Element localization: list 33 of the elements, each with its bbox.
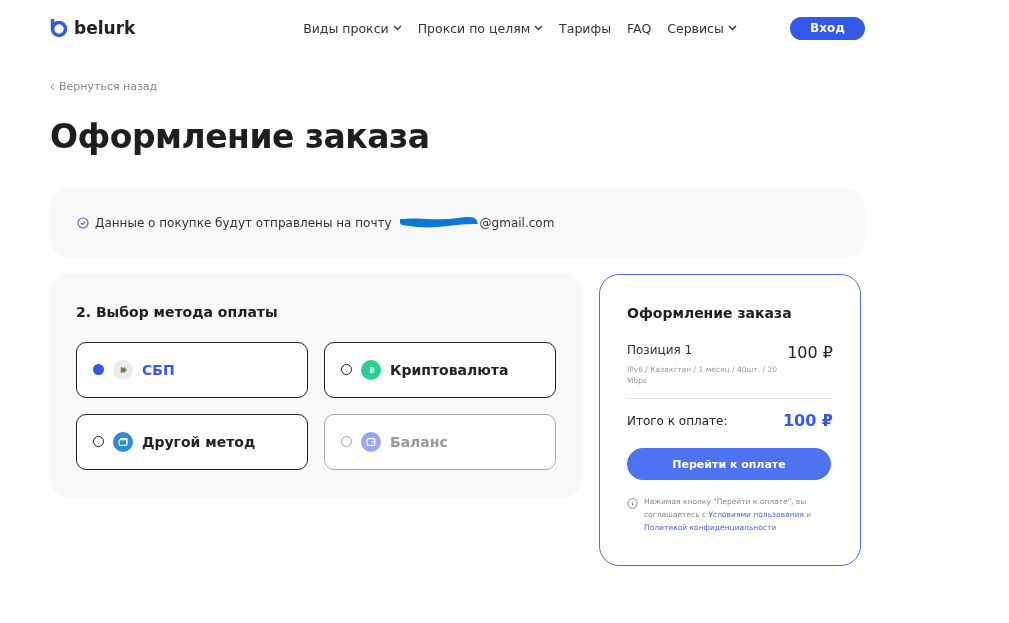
logo-text: belurk (74, 18, 136, 38)
payment-option[interactable]: Криптовалюта (324, 341, 556, 398)
chevron-down-icon (392, 25, 402, 31)
nav-link[interactable]: FAQ (627, 20, 652, 36)
check-circle-icon (77, 216, 89, 229)
position-name: Позиция 1 (627, 342, 694, 357)
payment-option[interactable]: СБП (76, 341, 308, 398)
total-price: 100 ₽ (782, 411, 833, 430)
notice-text: Данные о покупке будут отправлены на почту (95, 215, 392, 230)
option-label: Баланс (390, 433, 448, 450)
pay-button[interactable]: Перейти к оплате (627, 448, 831, 480)
nav-link[interactable]: Виды прокси (303, 20, 402, 36)
nav-link[interactable]: Тарифы (559, 20, 611, 36)
option-label: СБП (142, 361, 175, 378)
email-text: @gmail.com (479, 215, 555, 230)
nav-link[interactable]: Сервисы (667, 20, 737, 36)
position-price: 100 ₽ (787, 342, 833, 364)
chevron-down-icon (534, 25, 544, 31)
section-heading: 2. Выбор метода оплаты (76, 303, 279, 320)
chevron-left-icon (50, 82, 55, 91)
page-title: Оформление заказа (50, 116, 431, 156)
summary-title: Оформление заказа (627, 304, 793, 321)
back-link[interactable]: Вернуться назад (50, 80, 158, 93)
radio-button[interactable] (93, 364, 104, 375)
option-label: Другой метод (142, 433, 256, 450)
logo-icon (50, 18, 68, 38)
chevron-down-icon (727, 25, 737, 31)
payment-option[interactable]: Другой метод (76, 413, 308, 470)
option-label: Криптовалюта (390, 361, 509, 378)
nav-link[interactable]: Прокси по целям (417, 20, 544, 36)
total-label: Итого к оплате: (627, 413, 728, 428)
info-icon (627, 498, 638, 509)
login-button[interactable]: Вход (790, 16, 865, 40)
